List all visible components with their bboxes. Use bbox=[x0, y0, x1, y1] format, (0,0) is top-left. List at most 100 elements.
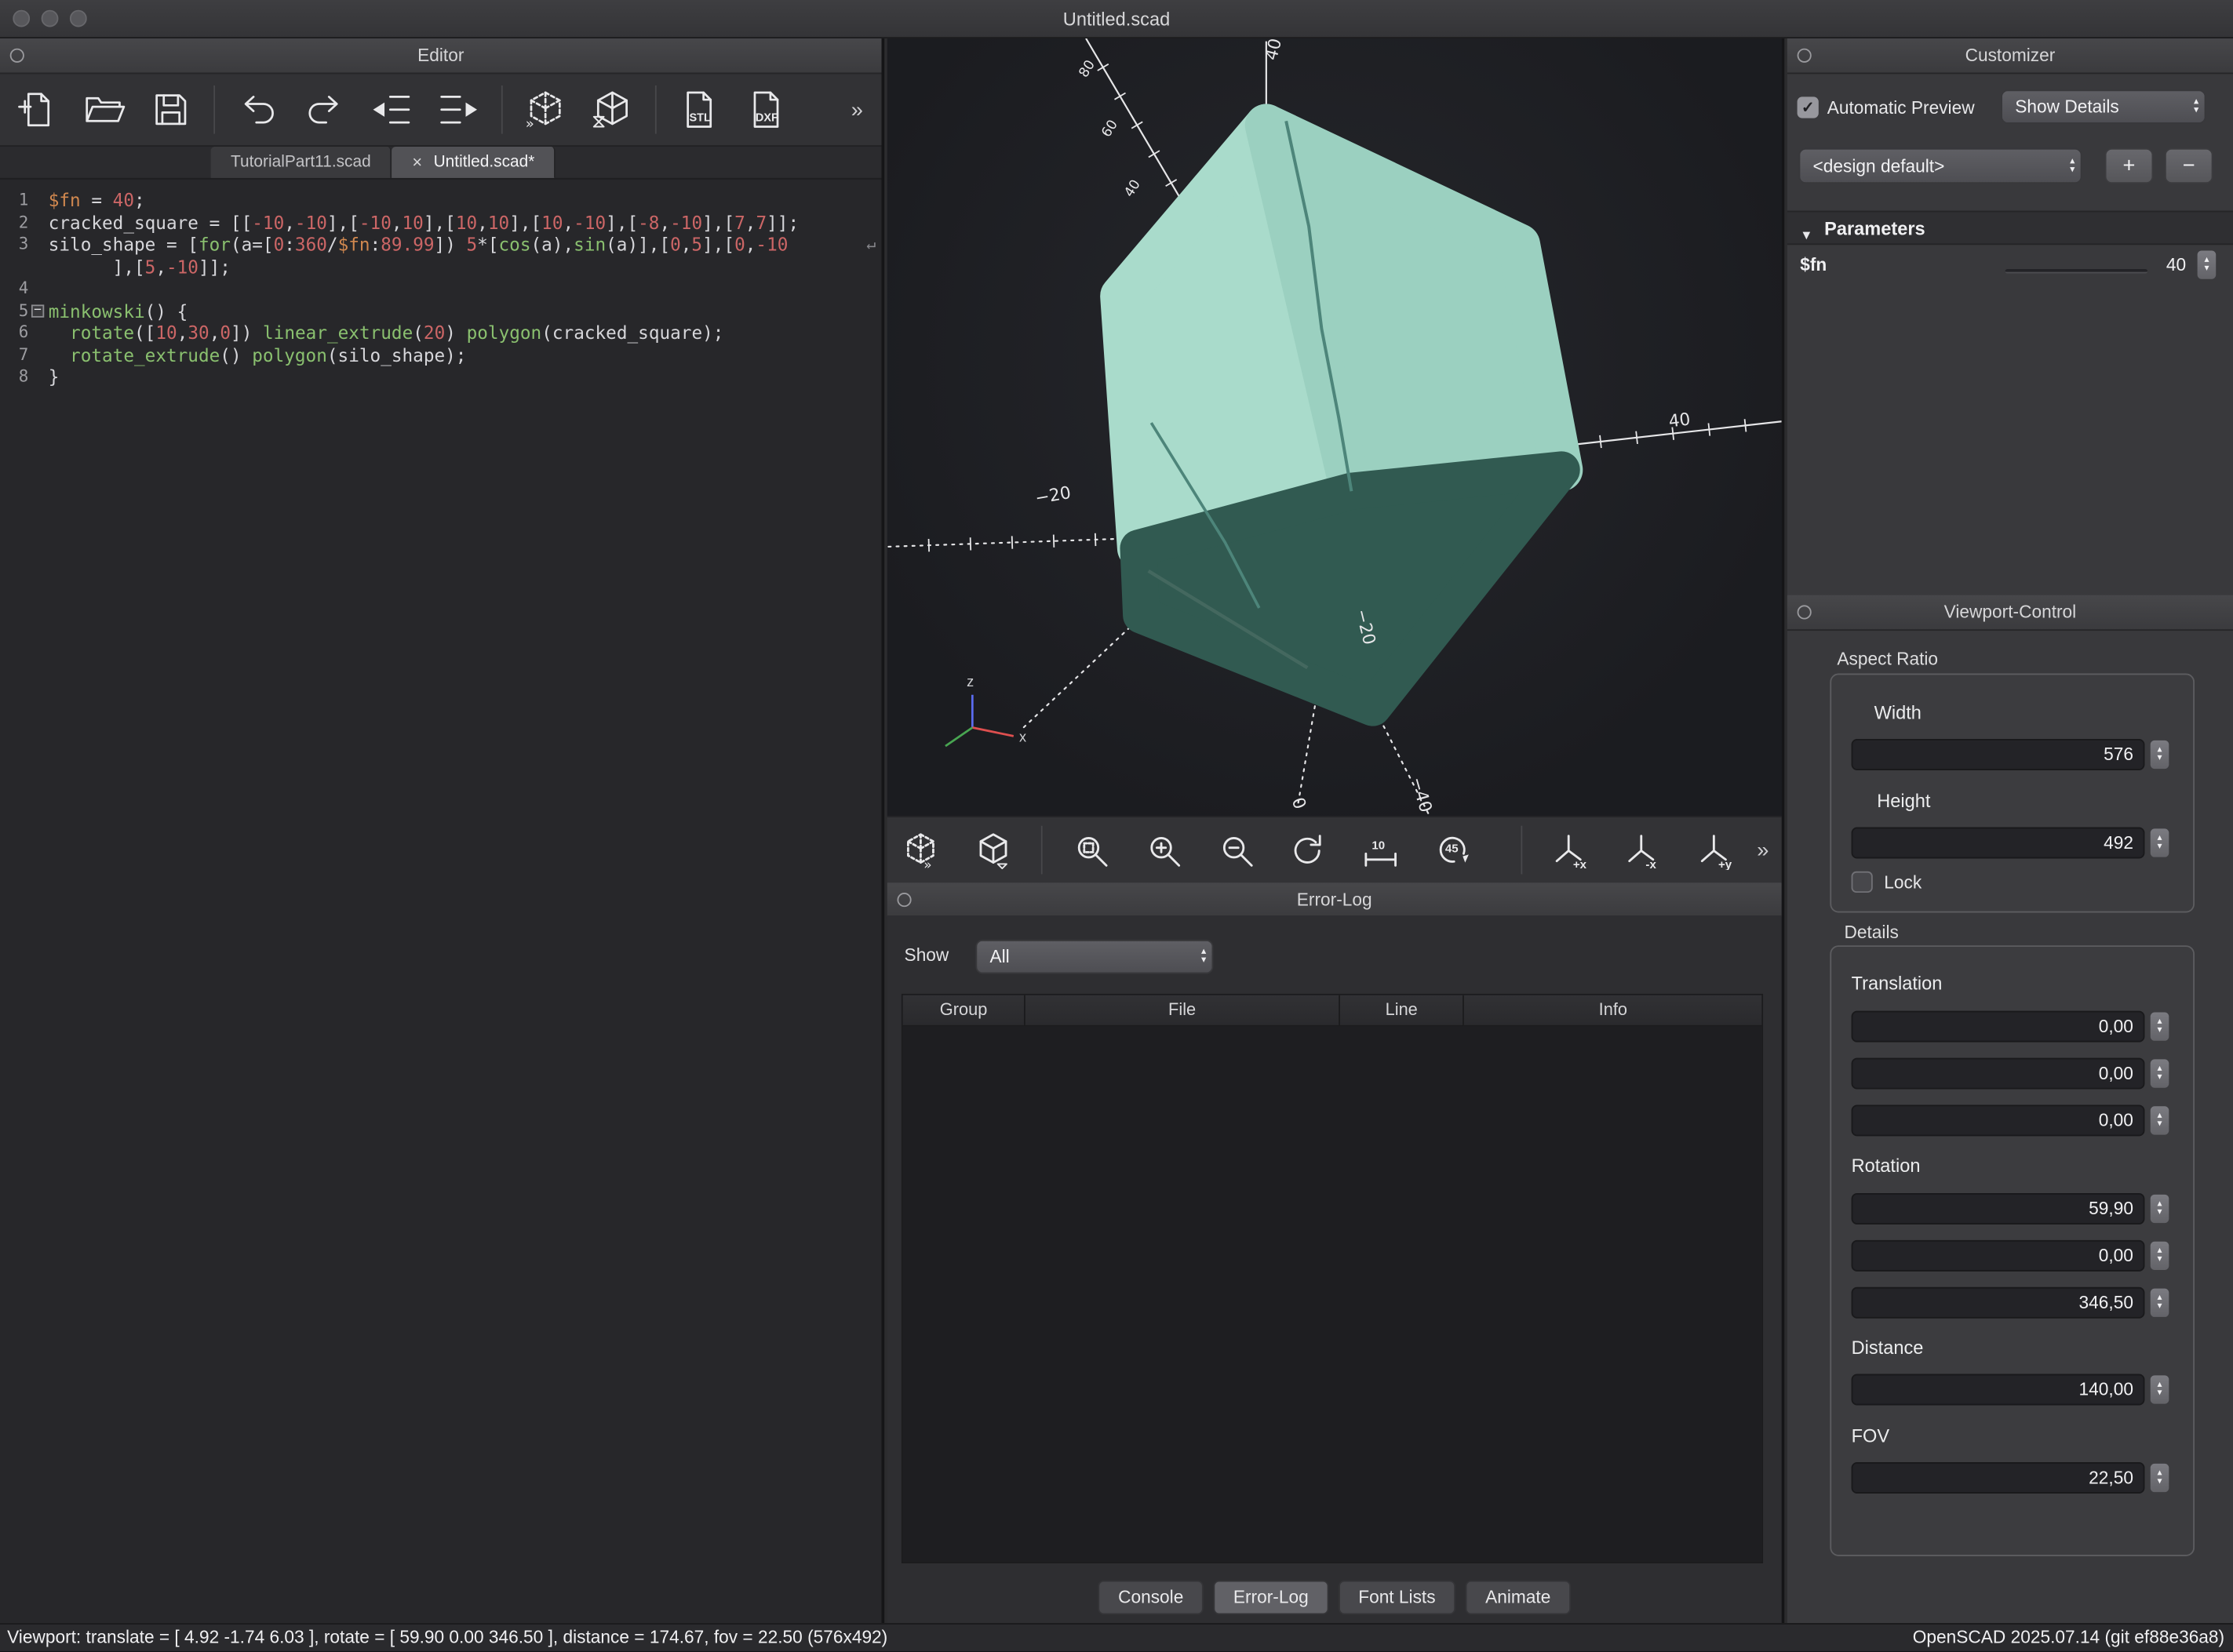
fold-marker-icon[interactable] bbox=[31, 304, 44, 317]
stepper-icon[interactable] bbox=[2151, 1013, 2169, 1041]
tab-tutorialpart11[interactable]: TutorialPart11.scad bbox=[211, 147, 392, 178]
details-groupbox: Translation 0,00 0,00 0,00 Rotation 59,9… bbox=[1830, 945, 2195, 1556]
code-text: ],[5,-10]]; bbox=[49, 256, 231, 278]
code-text: cracked_square = [[-10,-10],[-10,10],[10… bbox=[49, 212, 799, 234]
axis-tick bbox=[1095, 533, 1096, 546]
stepper-icon[interactable] bbox=[2151, 1289, 2169, 1317]
view-minus-x-button[interactable]: -x bbox=[1612, 820, 1674, 881]
undo-button[interactable] bbox=[227, 78, 290, 141]
indent-button[interactable] bbox=[428, 78, 490, 141]
column-header-group[interactable]: Group bbox=[903, 995, 1025, 1025]
log-filter-select[interactable]: All bbox=[975, 940, 1213, 974]
fn-slider[interactable] bbox=[2005, 269, 2148, 273]
column-header-info[interactable]: Info bbox=[1464, 995, 1761, 1025]
log-filter-value: All bbox=[989, 947, 1009, 966]
toolbar-overflow-button[interactable]: » bbox=[851, 97, 876, 122]
aspect-ratio-label: Aspect Ratio bbox=[1837, 650, 1938, 669]
line-wrap-icon bbox=[866, 234, 881, 256]
axis-tick-label: 0 bbox=[1288, 795, 1310, 813]
column-header-file[interactable]: File bbox=[1025, 995, 1340, 1025]
detail-level-select[interactable]: Show Details bbox=[2001, 89, 2206, 124]
stepper-icon[interactable] bbox=[2151, 1375, 2169, 1403]
toolbar-separator bbox=[501, 86, 503, 134]
translation-x-spinbox[interactable]: 0,00 bbox=[1852, 1011, 2145, 1043]
rotation-x-spinbox[interactable]: 59,90 bbox=[1852, 1193, 2145, 1224]
titlebar: Untitled.scad bbox=[0, 0, 2233, 38]
line-number: 2 bbox=[0, 212, 28, 234]
fov-spinbox[interactable]: 22,50 bbox=[1852, 1462, 2145, 1494]
column-header-line[interactable]: Line bbox=[1340, 995, 1465, 1025]
new-file-button[interactable] bbox=[5, 78, 68, 141]
z-axis-label: z bbox=[967, 674, 974, 690]
lock-aspect-checkbox[interactable] bbox=[1852, 871, 1873, 893]
rotation-z-spinbox[interactable]: 346,50 bbox=[1852, 1287, 2145, 1319]
parameters-section-header[interactable]: Parameters bbox=[1787, 211, 2233, 246]
show-filter-label: Show bbox=[905, 945, 949, 965]
export-stl-button[interactable]: STL bbox=[668, 78, 730, 141]
preview-button[interactable]: » bbox=[890, 820, 951, 881]
width-spinbox[interactable]: 576 bbox=[1852, 739, 2145, 770]
right-dock: Customizer Automatic Preview Show Detail… bbox=[1787, 38, 2233, 1623]
fn-spinbox[interactable]: 40 bbox=[2137, 249, 2186, 281]
distance-spinbox[interactable]: 140,00 bbox=[1852, 1374, 2145, 1406]
stepper-icon[interactable] bbox=[2151, 1464, 2169, 1492]
stepper-icon[interactable] bbox=[2151, 740, 2169, 769]
detail-level-value: Show Details bbox=[2015, 96, 2118, 116]
error-log-table: Group File Line Info bbox=[902, 994, 1763, 1563]
tab-animate[interactable]: Animate bbox=[1466, 1581, 1571, 1615]
remove-preset-button[interactable]: − bbox=[2165, 148, 2213, 184]
rotation-y-spinbox[interactable]: 0,00 bbox=[1852, 1240, 2145, 1272]
stepper-icon[interactable] bbox=[2151, 1195, 2169, 1223]
tab-label: Untitled.scad* bbox=[434, 154, 535, 171]
tab-console[interactable]: Console bbox=[1098, 1581, 1204, 1615]
export-dxf-button[interactable]: DXF bbox=[735, 78, 798, 141]
stepper-icon[interactable] bbox=[2151, 1106, 2169, 1134]
stepper-icon[interactable] bbox=[2151, 1242, 2169, 1270]
zoom-out-button[interactable] bbox=[1206, 820, 1267, 881]
error-log-rows[interactable] bbox=[903, 1027, 1761, 1562]
panel-float-icon[interactable] bbox=[1798, 49, 1812, 63]
viewport-canvas[interactable]: 4080604040−20−20−400 z x bbox=[887, 38, 1782, 816]
tab-close-icon[interactable]: × bbox=[412, 152, 422, 172]
error-log-panel-header: Error-Log bbox=[887, 882, 1782, 918]
code-editor[interactable]: 1$fn = 40;2cracked_square = [[-10,-10],[… bbox=[0, 180, 882, 1623]
panel-float-icon[interactable] bbox=[897, 893, 911, 907]
fn-parameter-label: $fn bbox=[1800, 255, 1827, 275]
axis-tick bbox=[1636, 431, 1637, 444]
preview-mark-glyph: » bbox=[923, 856, 931, 869]
viewport-3d[interactable]: 4080604040−20−20−400 z x bbox=[887, 38, 1782, 816]
stepper-icon[interactable] bbox=[2151, 1059, 2169, 1087]
error-log-table-header: Group File Line Info bbox=[903, 995, 1761, 1027]
unindent-button[interactable] bbox=[360, 78, 423, 141]
tab-font-lists[interactable]: Font Lists bbox=[1339, 1581, 1455, 1615]
view-plus-y-button[interactable]: +y bbox=[1685, 820, 1746, 881]
render-button[interactable] bbox=[581, 78, 644, 141]
measure-angle-button[interactable]: 45 bbox=[1422, 820, 1484, 881]
redo-button[interactable] bbox=[293, 78, 356, 141]
stepper-icon[interactable] bbox=[2198, 250, 2217, 278]
add-preset-button[interactable]: + bbox=[2105, 148, 2154, 184]
tab-error-log[interactable]: Error-Log bbox=[1213, 1581, 1328, 1615]
view-all-button[interactable] bbox=[1062, 820, 1123, 881]
automatic-preview-checkbox[interactable] bbox=[1798, 96, 1819, 118]
preset-select[interactable]: <design default> bbox=[1798, 148, 2082, 184]
panel-float-icon[interactable] bbox=[1798, 605, 1812, 619]
viewport-toolbar-overflow-button[interactable]: » bbox=[1757, 838, 1781, 862]
save-file-button[interactable] bbox=[140, 78, 202, 141]
popup-arrows-icon bbox=[2194, 98, 2198, 115]
panel-float-icon[interactable] bbox=[10, 49, 24, 63]
customizer-body: Automatic Preview Show Details <design d… bbox=[1787, 74, 2233, 595]
height-spinbox[interactable]: 492 bbox=[1852, 828, 2145, 859]
stepper-icon[interactable] bbox=[2151, 828, 2169, 857]
reset-view-button[interactable] bbox=[1278, 820, 1339, 881]
open-file-button[interactable] bbox=[73, 78, 136, 141]
render-button[interactable] bbox=[962, 820, 1023, 881]
translation-y-spinbox[interactable]: 0,00 bbox=[1852, 1058, 2145, 1090]
tab-untitled[interactable]: × Untitled.scad* bbox=[392, 147, 556, 178]
measure-distance-button[interactable]: 10 bbox=[1350, 820, 1412, 881]
zoom-in-button[interactable] bbox=[1134, 820, 1195, 881]
preview-button[interactable]: » bbox=[514, 78, 577, 141]
view-plus-x-button[interactable]: +x bbox=[1540, 820, 1601, 881]
translation-z-spinbox[interactable]: 0,00 bbox=[1852, 1104, 2145, 1136]
axis-tick bbox=[1745, 419, 1747, 431]
